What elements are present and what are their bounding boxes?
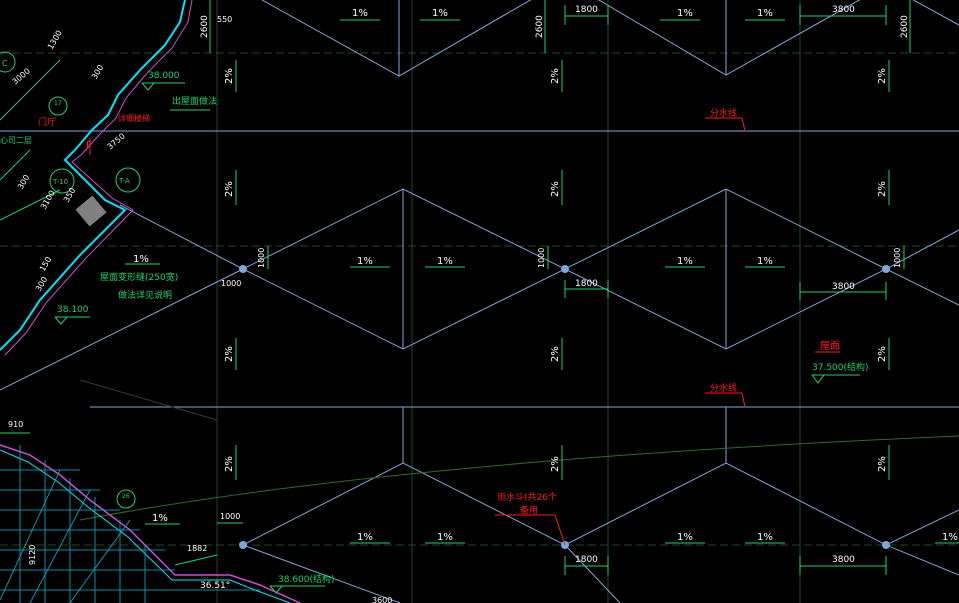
slope-label: 2% [224, 181, 235, 197]
slope-label: 1% [757, 532, 773, 543]
slope-label: 1% [757, 256, 773, 267]
slope-label: 2% [877, 68, 888, 84]
slope-label: 2% [224, 456, 235, 472]
elevation-marks [54, 82, 860, 594]
slope-label: 2% [877, 181, 888, 197]
dimension-label: 2600 [200, 15, 210, 38]
room-label: 门厅 [38, 116, 56, 128]
slope-label: 1% [152, 513, 168, 524]
dimension-label: 300 [90, 63, 105, 81]
dimension-label: 1300 [46, 29, 64, 51]
dimension-label: 550 [217, 15, 232, 24]
note-label: 做法详见说明 [118, 289, 172, 301]
slope-label: 1% [437, 256, 453, 267]
detail-ref-label: 17 [54, 100, 62, 107]
roof-drain-node [882, 265, 890, 273]
axis-bubble-label: C [2, 59, 8, 68]
detail-ref-label: 26 [122, 493, 130, 500]
grid-mark: F [86, 140, 92, 151]
dimension-label: 2600 [535, 15, 545, 38]
stair-hatch [0, 445, 260, 603]
dimension-label: 3000 [11, 67, 32, 87]
slope-label: 2% [224, 346, 235, 362]
room-label: 心司二层 [0, 136, 32, 145]
column-block [75, 195, 107, 227]
dimension-label: 300 [34, 275, 49, 293]
dimension-label: 3800 [832, 555, 855, 565]
elevation-label: 38.000 [148, 71, 180, 81]
dimension-label: 1000 [537, 248, 546, 268]
slope-label: 1% [352, 8, 368, 19]
dimension-label: 3800 [832, 5, 855, 15]
dimension-label: 1800 [575, 5, 598, 15]
cad-drawing-canvas[interactable]: 1% 1% 1% 1% 1% 1% 1% 1% 1% 1% 1% 1% 1% 1% 1% 2% 2% 2% 2% 2%… [0, 0, 959, 603]
dimension-label: 300 [16, 173, 31, 191]
dimension-label: 3100 [39, 189, 57, 211]
note-label: 出屋面做法 [172, 95, 217, 107]
red-leaders [89, 117, 840, 546]
aux-line [79, 379, 218, 421]
elevation-label: 38.600(结构) [278, 573, 335, 585]
dimension-label: 1000 [893, 248, 902, 268]
roof-drain-node [239, 265, 247, 273]
slope-label: 2% [550, 456, 561, 472]
dimension-label: 9120 [28, 545, 37, 565]
slope-label: 1% [757, 8, 773, 19]
dimension-label: 150 [38, 255, 53, 273]
slope-label: 1% [437, 532, 453, 543]
roof-ridge-lines[interactable] [0, 0, 959, 603]
grid-vertical [216, 0, 801, 603]
slope-label: 1% [133, 254, 149, 265]
slope-label: 2% [550, 346, 561, 362]
slope-label: 2% [550, 68, 561, 84]
elevation-label: 38.100 [57, 305, 89, 315]
dimension-label: 1882 [187, 544, 207, 553]
slope-label: 1% [357, 532, 373, 543]
note-label: 屋面变形缝(250宽) [100, 271, 178, 283]
dimension-label: 1000 [257, 248, 266, 268]
drain-note: 备用 [520, 504, 538, 516]
ridge-divider-label: 分水线 [710, 382, 737, 394]
dimension-label: 1000 [221, 279, 241, 288]
dimension-label: 3800 [832, 282, 855, 292]
dimension-label: 1800 [575, 279, 598, 289]
elevation-label: 37.500(结构) [812, 361, 869, 373]
roof-drain-node [882, 541, 890, 549]
ridge-divider-label: 分水线 [710, 107, 737, 119]
slope-label: 1% [677, 8, 693, 19]
slope-label: 1% [677, 532, 693, 543]
dimension-label: 3600 [372, 596, 392, 603]
slope-label: 2% [550, 181, 561, 197]
angle-label: 36.51° [200, 581, 230, 591]
slope-label: 1% [432, 8, 448, 19]
roof-drain-node [561, 265, 569, 273]
stair-note: 详细楼梯 [118, 113, 150, 123]
slope-label: 1% [357, 256, 373, 267]
slope-label: 1% [942, 532, 958, 543]
dimension-label: 2600 [900, 15, 910, 38]
dimension-label: 910 [8, 420, 23, 429]
dimension-label: 1000 [220, 512, 240, 521]
axis-bubble-label: T-10 [52, 178, 68, 186]
slope-label: 2% [877, 346, 888, 362]
slope-label: 2% [877, 456, 888, 472]
slope-label: 1% [677, 256, 693, 267]
dimension-label: 3750 [106, 132, 127, 152]
axis-bubble-label: T-A [118, 177, 130, 185]
dimension-label: 1800 [575, 555, 598, 565]
drain-note: 雨水斗(共26个 [497, 491, 557, 503]
roof-label: 屋面 [820, 340, 840, 352]
dimension-label: 350 [62, 186, 77, 204]
roof-drain-node [239, 541, 247, 549]
slope-label: 2% [224, 68, 235, 84]
roof-plan-drawing[interactable]: 1% 1% 1% 1% 1% 1% 1% 1% 1% 1% 1% 1% 1% 1% 1% 2% 2% 2% 2% 2%… [0, 0, 959, 603]
